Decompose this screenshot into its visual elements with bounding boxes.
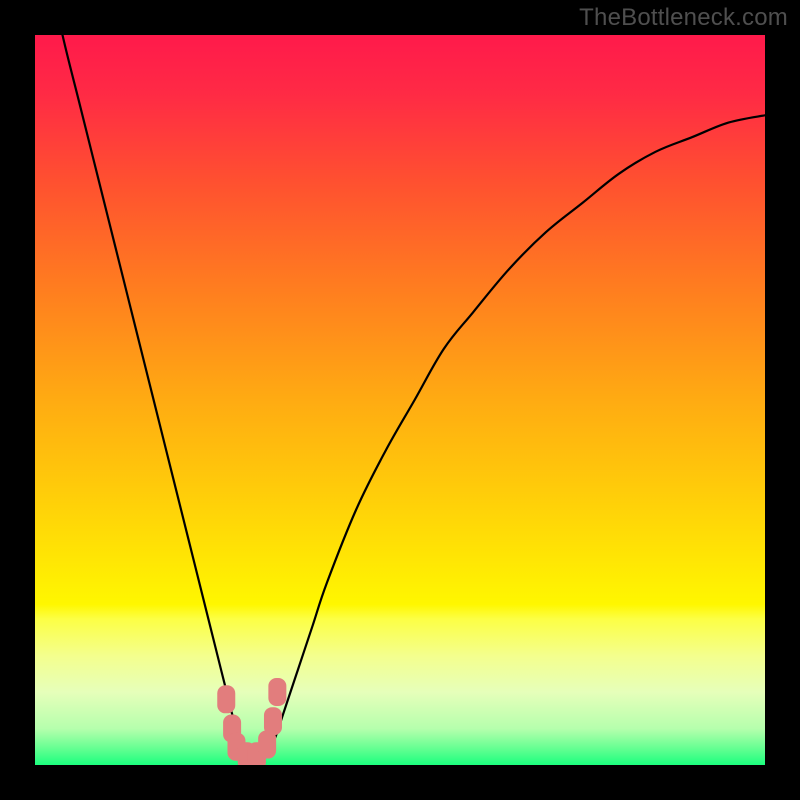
- watermark-text: TheBottleneck.com: [579, 4, 788, 32]
- chart-frame: TheBottleneck.com: [0, 0, 800, 800]
- marker-dot: [217, 685, 235, 713]
- marker-dot: [264, 707, 282, 735]
- chart-svg: [35, 35, 765, 765]
- gradient-background: [35, 35, 765, 765]
- marker-dot: [268, 678, 286, 706]
- plot-area: [35, 35, 765, 765]
